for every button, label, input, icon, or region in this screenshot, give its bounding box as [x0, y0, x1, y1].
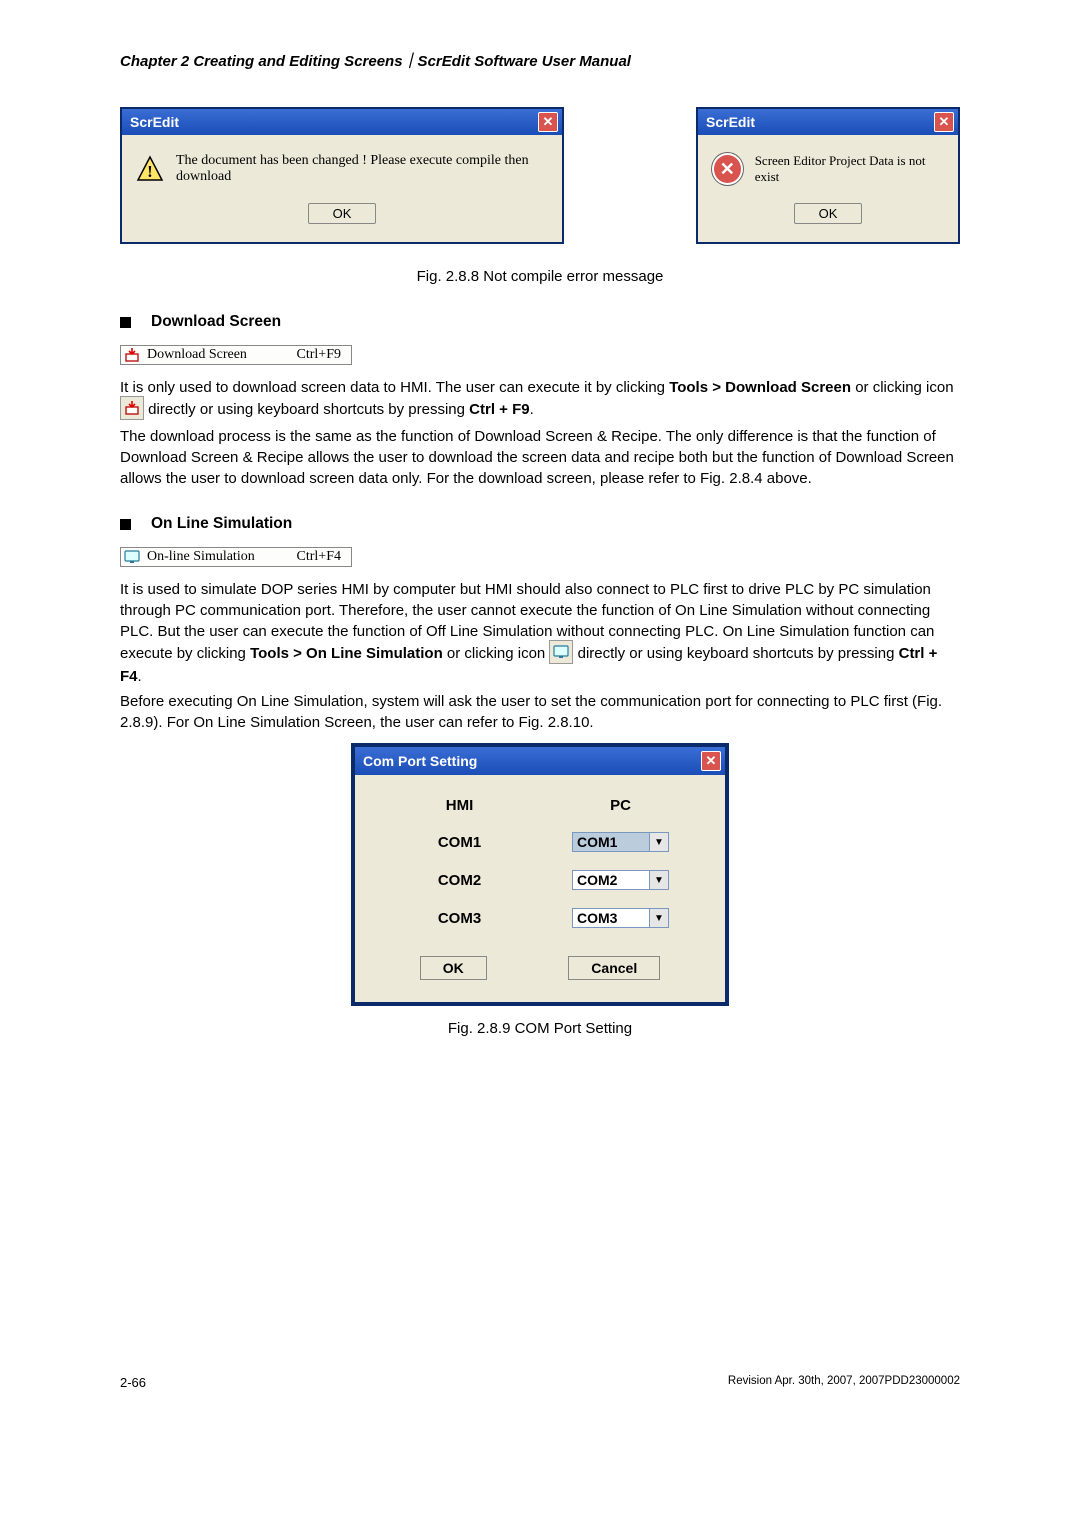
section-heading-online-sim: On Line Simulation — [120, 515, 960, 533]
chevron-down-icon[interactable]: ▼ — [649, 871, 668, 889]
paragraph: It is used to simulate DOP series HMI by… — [120, 579, 960, 687]
menu-item-label: Download Screen — [143, 347, 297, 363]
column-header-hmi: HMI — [446, 797, 474, 814]
hmi-com-label: COM2 — [438, 872, 481, 889]
warning-icon: ! — [136, 155, 164, 183]
dialog-compile-warning: ScrEdit ✕ ! The document has been change… — [120, 107, 564, 244]
select-value: COM1 — [573, 833, 649, 851]
dialog-title: ScrEdit — [130, 114, 179, 130]
dialog-titlebar: Com Port Setting ✕ — [355, 747, 725, 775]
monitor-icon — [121, 550, 143, 564]
pc-com1-select[interactable]: COM1 ▼ — [572, 832, 669, 852]
pc-com3-select[interactable]: COM3 ▼ — [572, 908, 669, 928]
dialog-message: Screen Editor Project Data is not exist — [755, 153, 944, 185]
menu-item-label: On-line Simulation — [143, 549, 297, 565]
paragraph: It is only used to download screen data … — [120, 377, 960, 422]
close-icon[interactable]: ✕ — [538, 112, 558, 132]
text-bold: Tools > On Line Simulation — [250, 645, 443, 662]
paragraph: The download process is the same as the … — [120, 426, 960, 489]
section-title: Download Screen — [151, 313, 281, 331]
dialog-project-missing: ScrEdit ✕ ✕ Screen Editor Project Data i… — [696, 107, 960, 244]
com-port-setting-dialog: Com Port Setting ✕ HMI PC COM1 COM1 ▼ CO… — [351, 743, 729, 1006]
page-header: Chapter 2 Creating and Editing Screens｜S… — [120, 50, 960, 71]
menu-item-shortcut: Ctrl+F9 — [297, 347, 351, 363]
dialog-title: ScrEdit — [706, 114, 755, 130]
svg-text:!: ! — [147, 162, 153, 181]
text: directly or using keyboard shortcuts by … — [144, 401, 469, 418]
text-bold: Ctrl + F9 — [469, 401, 529, 418]
dialog-figures-row: ScrEdit ✕ ! The document has been change… — [120, 107, 960, 244]
menu-item-shortcut: Ctrl+F4 — [297, 549, 351, 565]
menu-item-download-screen[interactable]: Download Screen Ctrl+F9 — [120, 345, 352, 365]
ok-button[interactable]: OK — [308, 203, 377, 224]
monitor-icon — [549, 640, 573, 664]
download-icon — [121, 347, 143, 363]
text: . — [530, 401, 534, 418]
close-icon[interactable]: ✕ — [701, 751, 721, 771]
menu-item-online-sim[interactable]: On-line Simulation Ctrl+F4 — [120, 547, 352, 567]
paragraph: Before executing On Line Simulation, sys… — [120, 691, 960, 733]
column-header-pc: PC — [610, 797, 631, 814]
bullet-icon — [120, 519, 131, 530]
pc-com2-select[interactable]: COM2 ▼ — [572, 870, 669, 890]
revision-text: Revision Apr. 30th, 2007, 2007PDD2300000… — [728, 1375, 960, 1390]
dialog-title: Com Port Setting — [363, 753, 477, 769]
section-title: On Line Simulation — [151, 515, 292, 533]
text: directly or using keyboard shortcuts by … — [573, 645, 898, 662]
error-icon: ✕ — [712, 153, 743, 185]
text: . — [138, 668, 142, 685]
hmi-com-label: COM3 — [438, 910, 481, 927]
select-value: COM3 — [573, 909, 649, 927]
dialog-titlebar: ScrEdit ✕ — [122, 109, 562, 135]
dialog-message: The document has been changed ! Please e… — [176, 153, 548, 185]
ok-button[interactable]: OK — [794, 203, 863, 224]
hmi-com-label: COM1 — [438, 834, 481, 851]
chevron-down-icon[interactable]: ▼ — [649, 909, 668, 927]
dialog-titlebar: ScrEdit ✕ — [698, 109, 958, 135]
figure-caption-289: Fig. 2.8.9 COM Port Setting — [120, 1020, 960, 1037]
text-bold: Tools > Download Screen — [669, 379, 851, 396]
text: It is only used to download screen data … — [120, 379, 669, 396]
bullet-icon — [120, 317, 131, 328]
page-footer: 2-66 Revision Apr. 30th, 2007, 2007PDD23… — [120, 1375, 960, 1390]
text: or clicking icon — [443, 645, 550, 662]
page-number: 2-66 — [120, 1375, 146, 1390]
ok-button[interactable]: OK — [420, 956, 487, 980]
select-value: COM2 — [573, 871, 649, 889]
close-icon[interactable]: ✕ — [934, 112, 954, 132]
figure-caption-288: Fig. 2.8.8 Not compile error message — [120, 268, 960, 285]
chevron-down-icon[interactable]: ▼ — [649, 833, 668, 851]
cancel-button[interactable]: Cancel — [568, 956, 660, 980]
download-icon — [120, 396, 144, 420]
text: or clicking icon — [851, 379, 954, 396]
section-heading-download: Download Screen — [120, 313, 960, 331]
